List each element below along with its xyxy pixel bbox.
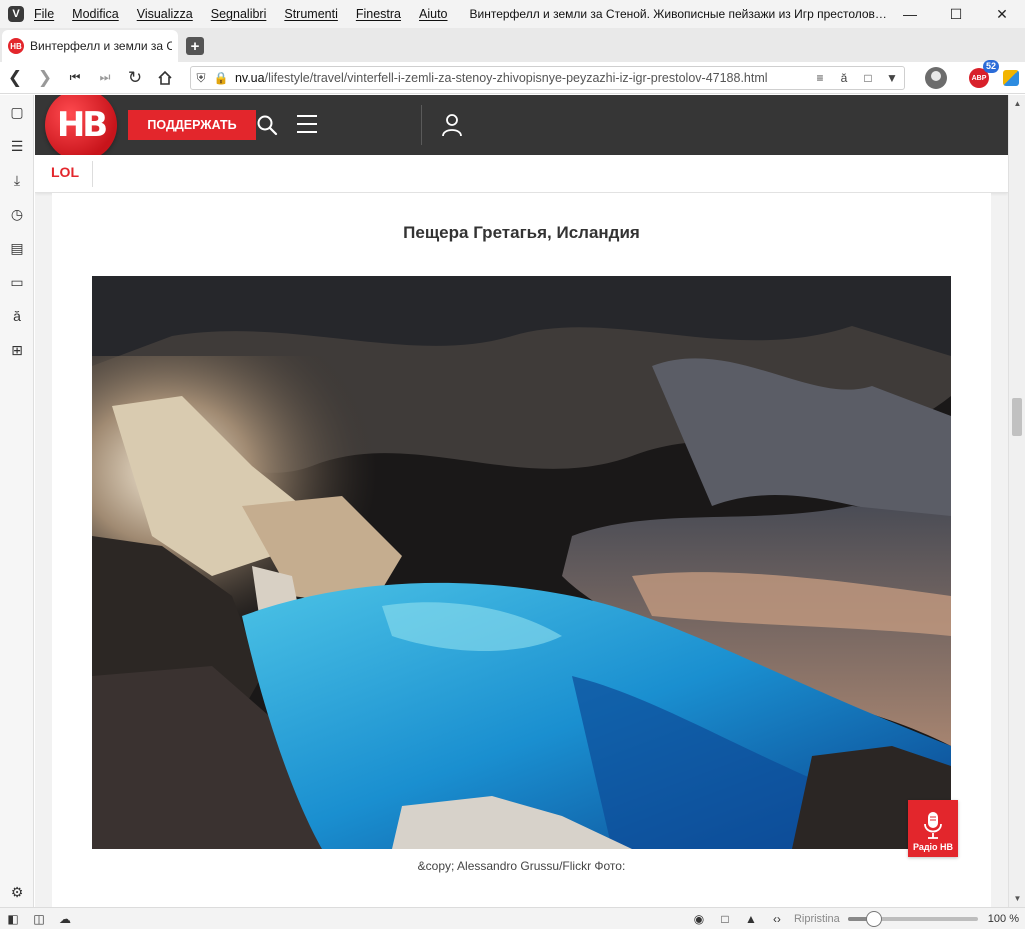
notes-icon[interactable]: ▤ [0,231,34,265]
address-field[interactable]: ⛨ 🔒 nv.ua/lifestyle/travel/vinterfell-i-… [190,66,905,90]
images-toggle-icon[interactable]: ▲ [738,912,764,926]
vivaldi-logo-icon[interactable]: V [8,6,24,22]
scroll-thumb[interactable] [1012,398,1022,436]
hamburger-menu-icon[interactable] [297,115,317,133]
page-tiling-icon[interactable]: □ [712,912,738,926]
side-panel: ▢ ☰ ⤓ ◷ ▤ ▭ ă ⊞ ⚙ [0,95,34,907]
fast-forward-icon: ⏭ [99,70,111,84]
reading-list-icon[interactable]: ☰ [0,129,34,163]
plus-icon: + [190,37,200,55]
url-host: nv.ua [234,71,265,85]
panel-toggle-icon[interactable]: ◧ [0,912,26,926]
shield-icon[interactable]: ⛨ [191,71,211,86]
support-button[interactable]: ПОДДЕРЖАТЬ [128,110,256,140]
tab-article[interactable]: НВ Винтерфелл и земли за Ст [2,30,178,62]
search-icon[interactable] [256,114,278,136]
window-controls: — ☐ ✕ [887,0,1025,28]
user-account-icon[interactable] [441,113,463,137]
address-tools: ≡ ă □ ▼ [808,71,904,85]
adblock-label: ABP [971,74,987,82]
downloads-icon[interactable]: ⤓ [0,163,34,197]
close-icon: ✕ [996,5,1008,22]
cave-photo [92,276,951,849]
status-bar-right: ◉ □ ▲ ‹› Ripristina 100 % [686,908,1019,929]
zoom-slider-handle[interactable] [865,911,882,927]
navigation-bar: ❮ ❯ ⏮ ⏭ ↻ ⛨ 🔒 nv.ua/lifestyle/travel/vin… [0,60,1025,94]
home-button[interactable] [150,64,180,92]
settings-gear-icon[interactable]: ⚙ [0,884,34,901]
minimize-button[interactable]: — [887,0,933,28]
adblock-count-badge: 52 [982,60,999,73]
article-body: Пещера Гретагья, Исландия &copy; Alessan… [52,193,991,907]
page-actions-icon[interactable]: ‹› [764,912,790,926]
tab-tiling-icon[interactable]: ◫ [26,912,52,926]
translate-icon[interactable]: ă [832,71,856,85]
minimize-icon: — [903,6,917,22]
cave-photo-illustration [92,276,951,849]
history-icon[interactable]: ◷ [0,197,34,231]
extension-icon[interactable] [1003,70,1019,86]
reader-view-icon[interactable]: ≡ [808,71,832,85]
translate-panel-icon[interactable]: ă [0,299,34,333]
tab-bar: НВ Винтерфелл и земли за Ст + [0,28,1025,62]
site-header: НВ ПОДДЕРЖАТЬ [35,95,1008,161]
add-panel-icon[interactable]: ⊞ [0,333,34,367]
menu-file[interactable]: File [34,7,54,21]
nv-favicon-icon: НВ [8,38,24,54]
sync-cloud-icon[interactable]: ☁ [52,912,78,926]
window-panel-icon[interactable]: ▭ [0,265,34,299]
home-icon [158,70,172,85]
page-scrollbar[interactable]: ▲ ▼ [1008,95,1025,907]
bookmark-icon[interactable]: □ [856,71,880,85]
lock-icon[interactable]: 🔒 [211,71,231,85]
url-path: /lifestyle/travel/vinterfell-i-zemli-za-… [264,71,768,85]
reload-button[interactable]: ↻ [120,64,150,92]
menu-window[interactable]: Finestra [356,7,401,21]
status-bar: ◧ ◫ ☁ ◉ □ ▲ ‹› Ripristina 100 % [0,907,1025,929]
title-bar: V File Modifica Visualizza Segnalibri St… [0,0,1025,28]
nv-logo[interactable]: НВ [45,95,117,161]
dropdown-chevron-icon[interactable]: ▼ [880,71,904,85]
url-text[interactable]: nv.ua/lifestyle/travel/vinterfell-i-zeml… [235,71,808,85]
forward-arrow-icon: ❯ [37,67,53,87]
capture-camera-icon[interactable]: ◉ [686,912,712,926]
back-button[interactable]: ❮ [0,64,30,92]
maximize-icon: ☐ [949,5,963,22]
radio-nv-button[interactable]: Радіо НВ [908,800,958,857]
adblock-extension-icon[interactable]: ABP 52 [969,60,999,88]
bookmarks-panel-icon[interactable]: ▢ [0,95,34,129]
reload-icon: ↻ [127,67,143,87]
microphone-icon [924,812,942,839]
section-link-lol[interactable]: LOL [51,164,79,180]
scroll-up-icon[interactable]: ▲ [1009,95,1025,112]
zoom-reset-button[interactable]: Ripristina [794,913,840,925]
rewind-button[interactable]: ⏮ [60,64,90,92]
scroll-down-icon[interactable]: ▼ [1009,890,1025,907]
forward-button[interactable]: ❯ [30,64,60,92]
new-tab-button[interactable]: + [186,37,204,55]
section-heading: Пещера Гретагья, Исландия [403,223,640,242]
back-arrow-icon: ❮ [7,67,23,87]
subnav-divider [92,161,93,187]
header-divider [421,105,422,145]
radio-label: Радіо НВ [912,842,954,852]
fast-forward-button[interactable]: ⏭ [90,64,120,92]
profile-avatar-icon[interactable] [925,67,947,89]
zoom-slider[interactable] [847,911,978,927]
toolbar-right: ABP 52 [925,60,1025,94]
menu-view[interactable]: Visualizza [137,7,193,21]
maximize-button[interactable]: ☐ [933,0,979,28]
menu-bookmarks[interactable]: Segnalibri [211,7,267,21]
menu-edit[interactable]: Modifica [72,7,119,21]
tab-title: Винтерфелл и земли за Ст [30,39,172,53]
section-subnav: LOL [35,155,1008,193]
rewind-icon: ⏮ [69,70,81,84]
menu-tools[interactable]: Strumenti [284,7,338,21]
menu-help[interactable]: Aiuto [419,7,448,21]
window-title: Винтерфелл и земли за Стеной. Живописные… [469,7,888,21]
image-caption: &copy; Alessandro Grussu/Flickr Фото: [417,859,626,873]
zoom-percent: 100 % [987,913,1019,925]
close-button[interactable]: ✕ [979,0,1025,28]
web-content: НВ ПОДДЕРЖАТЬ LOL Пещера Гретагья, Ислан… [35,95,1008,907]
